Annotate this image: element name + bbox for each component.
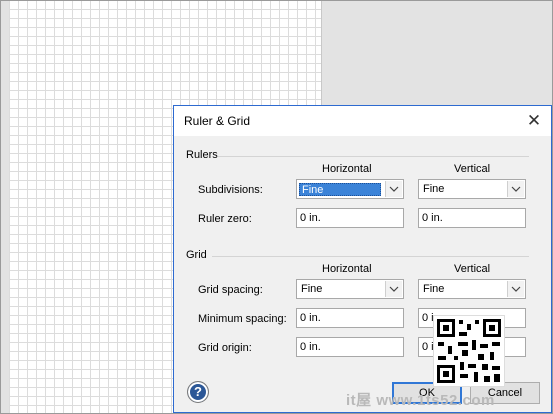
grid-origin-horizontal-input[interactable]: 0 in. — [296, 337, 404, 357]
window-frame: Ruler & Grid ✕ Rulers Horizontal Vertica… — [0, 0, 553, 414]
rulers-divider — [218, 156, 529, 157]
chevron-down-icon[interactable] — [507, 281, 524, 297]
chevron-down-icon[interactable] — [385, 281, 402, 297]
subdivisions-label: Subdivisions: — [198, 184, 263, 196]
rulers-vertical-header: Vertical — [454, 163, 491, 175]
close-icon[interactable]: ✕ — [521, 109, 547, 133]
grid-spacing-vertical-value: Fine — [423, 283, 445, 295]
ruler-zero-vertical-value: 0 in. — [422, 212, 443, 224]
rulers-horizontal-header: Horizontal — [322, 163, 372, 175]
rulers-section-label: Rulers — [186, 149, 218, 161]
grid-section-label: Grid — [186, 249, 207, 261]
subdivisions-horizontal-value: Fine — [299, 183, 381, 196]
subdivisions-horizontal-select[interactable]: Fine — [296, 179, 404, 199]
subdivisions-vertical-value: Fine — [423, 183, 445, 195]
dialog-titlebar: Ruler & Grid ✕ — [174, 106, 551, 136]
ruler-zero-horizontal-input[interactable]: 0 in. — [296, 208, 404, 228]
grid-divider — [212, 256, 529, 257]
ruler-zero-label: Ruler zero: — [198, 213, 252, 225]
minimum-spacing-label: Minimum spacing: — [198, 313, 287, 325]
subdivisions-vertical-select[interactable]: Fine — [418, 179, 526, 199]
grid-vertical-header: Vertical — [454, 263, 491, 275]
qr-code-icon — [437, 319, 501, 383]
ruler-zero-vertical-input[interactable]: 0 in. — [418, 208, 526, 228]
grid-spacing-horizontal-value: Fine — [301, 283, 323, 295]
grid-origin-horizontal-value: 0 in. — [300, 341, 321, 353]
help-icon[interactable]: ? — [187, 381, 209, 403]
minimum-spacing-horizontal-value: 0 in. — [300, 312, 321, 324]
qr-code-overlay — [433, 315, 505, 387]
chevron-down-icon[interactable] — [385, 181, 402, 197]
dialog-title: Ruler & Grid — [184, 114, 251, 128]
grid-horizontal-header: Horizontal — [322, 263, 372, 275]
chevron-down-icon[interactable] — [507, 181, 524, 197]
minimum-spacing-horizontal-input[interactable]: 0 in. — [296, 308, 404, 328]
ruler-zero-horizontal-value: 0 in. — [300, 212, 321, 224]
grid-origin-label: Grid origin: — [198, 342, 252, 354]
grid-spacing-vertical-select[interactable]: Fine — [418, 279, 526, 299]
grid-spacing-label: Grid spacing: — [198, 284, 263, 296]
watermark-text: it屋 www.1ts52.com — [346, 392, 495, 409]
grid-spacing-horizontal-select[interactable]: Fine — [296, 279, 404, 299]
